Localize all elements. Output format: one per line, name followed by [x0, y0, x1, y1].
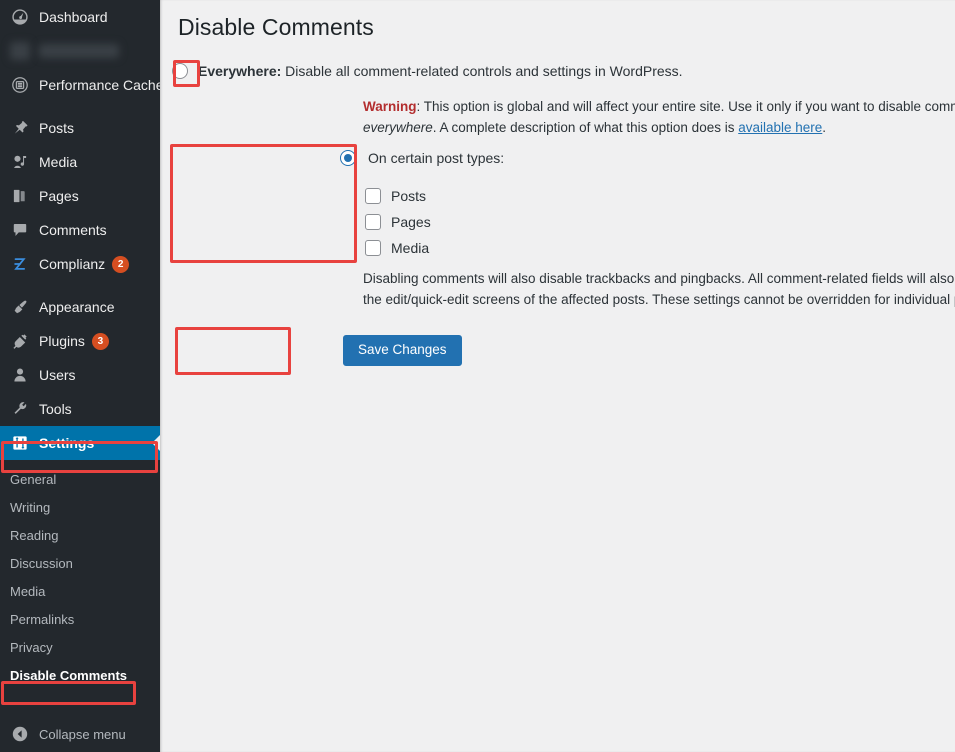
sidebar-badge-plugins: 3 [91, 332, 109, 350]
plug-icon [10, 331, 30, 351]
sidebar-item-comments[interactable]: Comments [0, 213, 160, 247]
sidebar-item-label: Dashboard [39, 9, 108, 25]
admin-sidebar: Dashboard Performance Cache Posts Media [0, 0, 160, 752]
settings-submenu: General Writing Reading Discussion Media… [0, 460, 160, 694]
sidebar-item-appearance[interactable]: Appearance [0, 290, 160, 324]
warning-emphasis: everywhere [363, 120, 433, 135]
post-types-checklist: Posts Pages Media [365, 183, 431, 261]
sidebar-item-dashboard[interactable]: Dashboard [0, 0, 160, 34]
pages-icon [10, 186, 30, 206]
warning-text: Warning: This option is global and will … [363, 96, 955, 138]
paintbrush-icon [10, 297, 30, 317]
everywhere-label-strong: Everywhere: [198, 63, 282, 79]
sidebar-item-label: Media [39, 154, 78, 170]
submenu-item-general[interactable]: General [0, 466, 160, 494]
sidebar-item-label-redacted [39, 44, 119, 58]
submenu-item-discussion[interactable]: Discussion [0, 550, 160, 578]
option-row-everywhere: Everywhere: Disable all comment-related … [172, 63, 683, 79]
sidebar-separator [0, 281, 160, 290]
posts-checkbox-label: Posts [391, 188, 427, 204]
submenu-item-permalinks[interactable]: Permalinks [0, 606, 160, 634]
media-icon [10, 152, 30, 172]
current-menu-arrow-icon [152, 435, 160, 451]
sidebar-item-label: Performance Cache [39, 77, 160, 93]
submenu-item-writing[interactable]: Writing [0, 494, 160, 522]
media-checkbox-label: Media [391, 240, 430, 256]
sidebar-item-label: Appearance [39, 299, 115, 315]
post-types-label: On certain post types: [368, 150, 505, 166]
sidebar-item-label: Complianz [39, 256, 106, 272]
checkbox-row-pages: Pages [365, 209, 431, 235]
sidebar-item-tools[interactable]: Tools [0, 392, 160, 426]
dashboard-icon [10, 7, 30, 27]
complianz-z-icon [10, 254, 30, 274]
everywhere-label: Everywhere: Disable all comment-related … [198, 63, 683, 79]
checkbox-row-posts: Posts [365, 183, 431, 209]
sidebar-item-settings[interactable]: Settings [0, 426, 160, 460]
warning-text-before: This option is global and will affect yo… [420, 99, 955, 114]
comment-bubble-icon [10, 220, 30, 240]
save-changes-button[interactable]: Save Changes [343, 335, 462, 366]
warning-text-end: . [822, 120, 827, 135]
posts-checkbox[interactable] [365, 188, 381, 204]
sidebar-item-users[interactable]: Users [0, 358, 160, 392]
sidebar-item-label: Posts [39, 120, 75, 136]
wrench-icon [10, 399, 30, 419]
collapse-menu-label: Collapse menu [39, 726, 126, 742]
sidebar-item-label: Plugins [39, 333, 85, 349]
sidebar-item-label: Settings [39, 435, 95, 451]
sidebar-item-complianz[interactable]: Complianz 2 [0, 247, 160, 281]
user-icon [10, 365, 30, 385]
sidebar-separator [0, 102, 160, 111]
settings-content-area: Disable Comments Everywhere: Disable all… [160, 0, 955, 752]
sidebar-item-pages[interactable]: Pages [0, 179, 160, 213]
warning-text-after: . A complete description of what this op… [432, 120, 739, 135]
sidebar-item-media[interactable]: Media [0, 145, 160, 179]
submenu-item-reading[interactable]: Reading [0, 522, 160, 550]
checkbox-row-media: Media [365, 235, 431, 261]
sidebar-badge-complianz: 2 [112, 255, 130, 273]
collapse-arrow-icon [10, 724, 30, 744]
pin-icon [10, 118, 30, 138]
option-row-post-types: On certain post types: [340, 150, 504, 166]
submenu-item-privacy[interactable]: Privacy [0, 634, 160, 662]
sidebar-item-performance-cache[interactable]: Performance Cache [0, 68, 160, 102]
everywhere-label-rest: Disable all comment-related controls and… [281, 63, 683, 79]
pages-checkbox-label: Pages [391, 214, 431, 230]
sidebar-item-plugins[interactable]: Plugins 3 [0, 324, 160, 358]
collapse-menu-button[interactable]: Collapse menu [0, 716, 160, 752]
sidebar-item-label: Users [39, 367, 76, 383]
wordpress-admin-screen: Dashboard Performance Cache Posts Media [0, 0, 955, 752]
warning-word: Warning [363, 99, 417, 114]
available-here-link[interactable]: available here [738, 120, 822, 135]
settings-sliders-icon [10, 433, 30, 453]
submenu-item-disable-comments[interactable]: Disable Comments [0, 662, 160, 690]
performance-cache-icon [10, 75, 30, 95]
sidebar-item-label: Pages [39, 188, 79, 204]
sidebar-item-posts[interactable]: Posts [0, 111, 160, 145]
pages-checkbox[interactable] [365, 214, 381, 230]
post-types-radio[interactable] [340, 150, 356, 166]
sidebar-item-label: Tools [39, 401, 72, 417]
page-title: Disable Comments [178, 14, 374, 40]
submenu-item-media[interactable]: Media [0, 578, 160, 606]
settings-description: Disabling comments will also disable tra… [363, 271, 955, 307]
everywhere-radio[interactable] [172, 63, 188, 79]
sidebar-item-redacted[interactable] [0, 34, 160, 68]
media-checkbox[interactable] [365, 240, 381, 256]
redacted-icon [10, 42, 30, 60]
sidebar-item-label: Comments [39, 222, 107, 238]
